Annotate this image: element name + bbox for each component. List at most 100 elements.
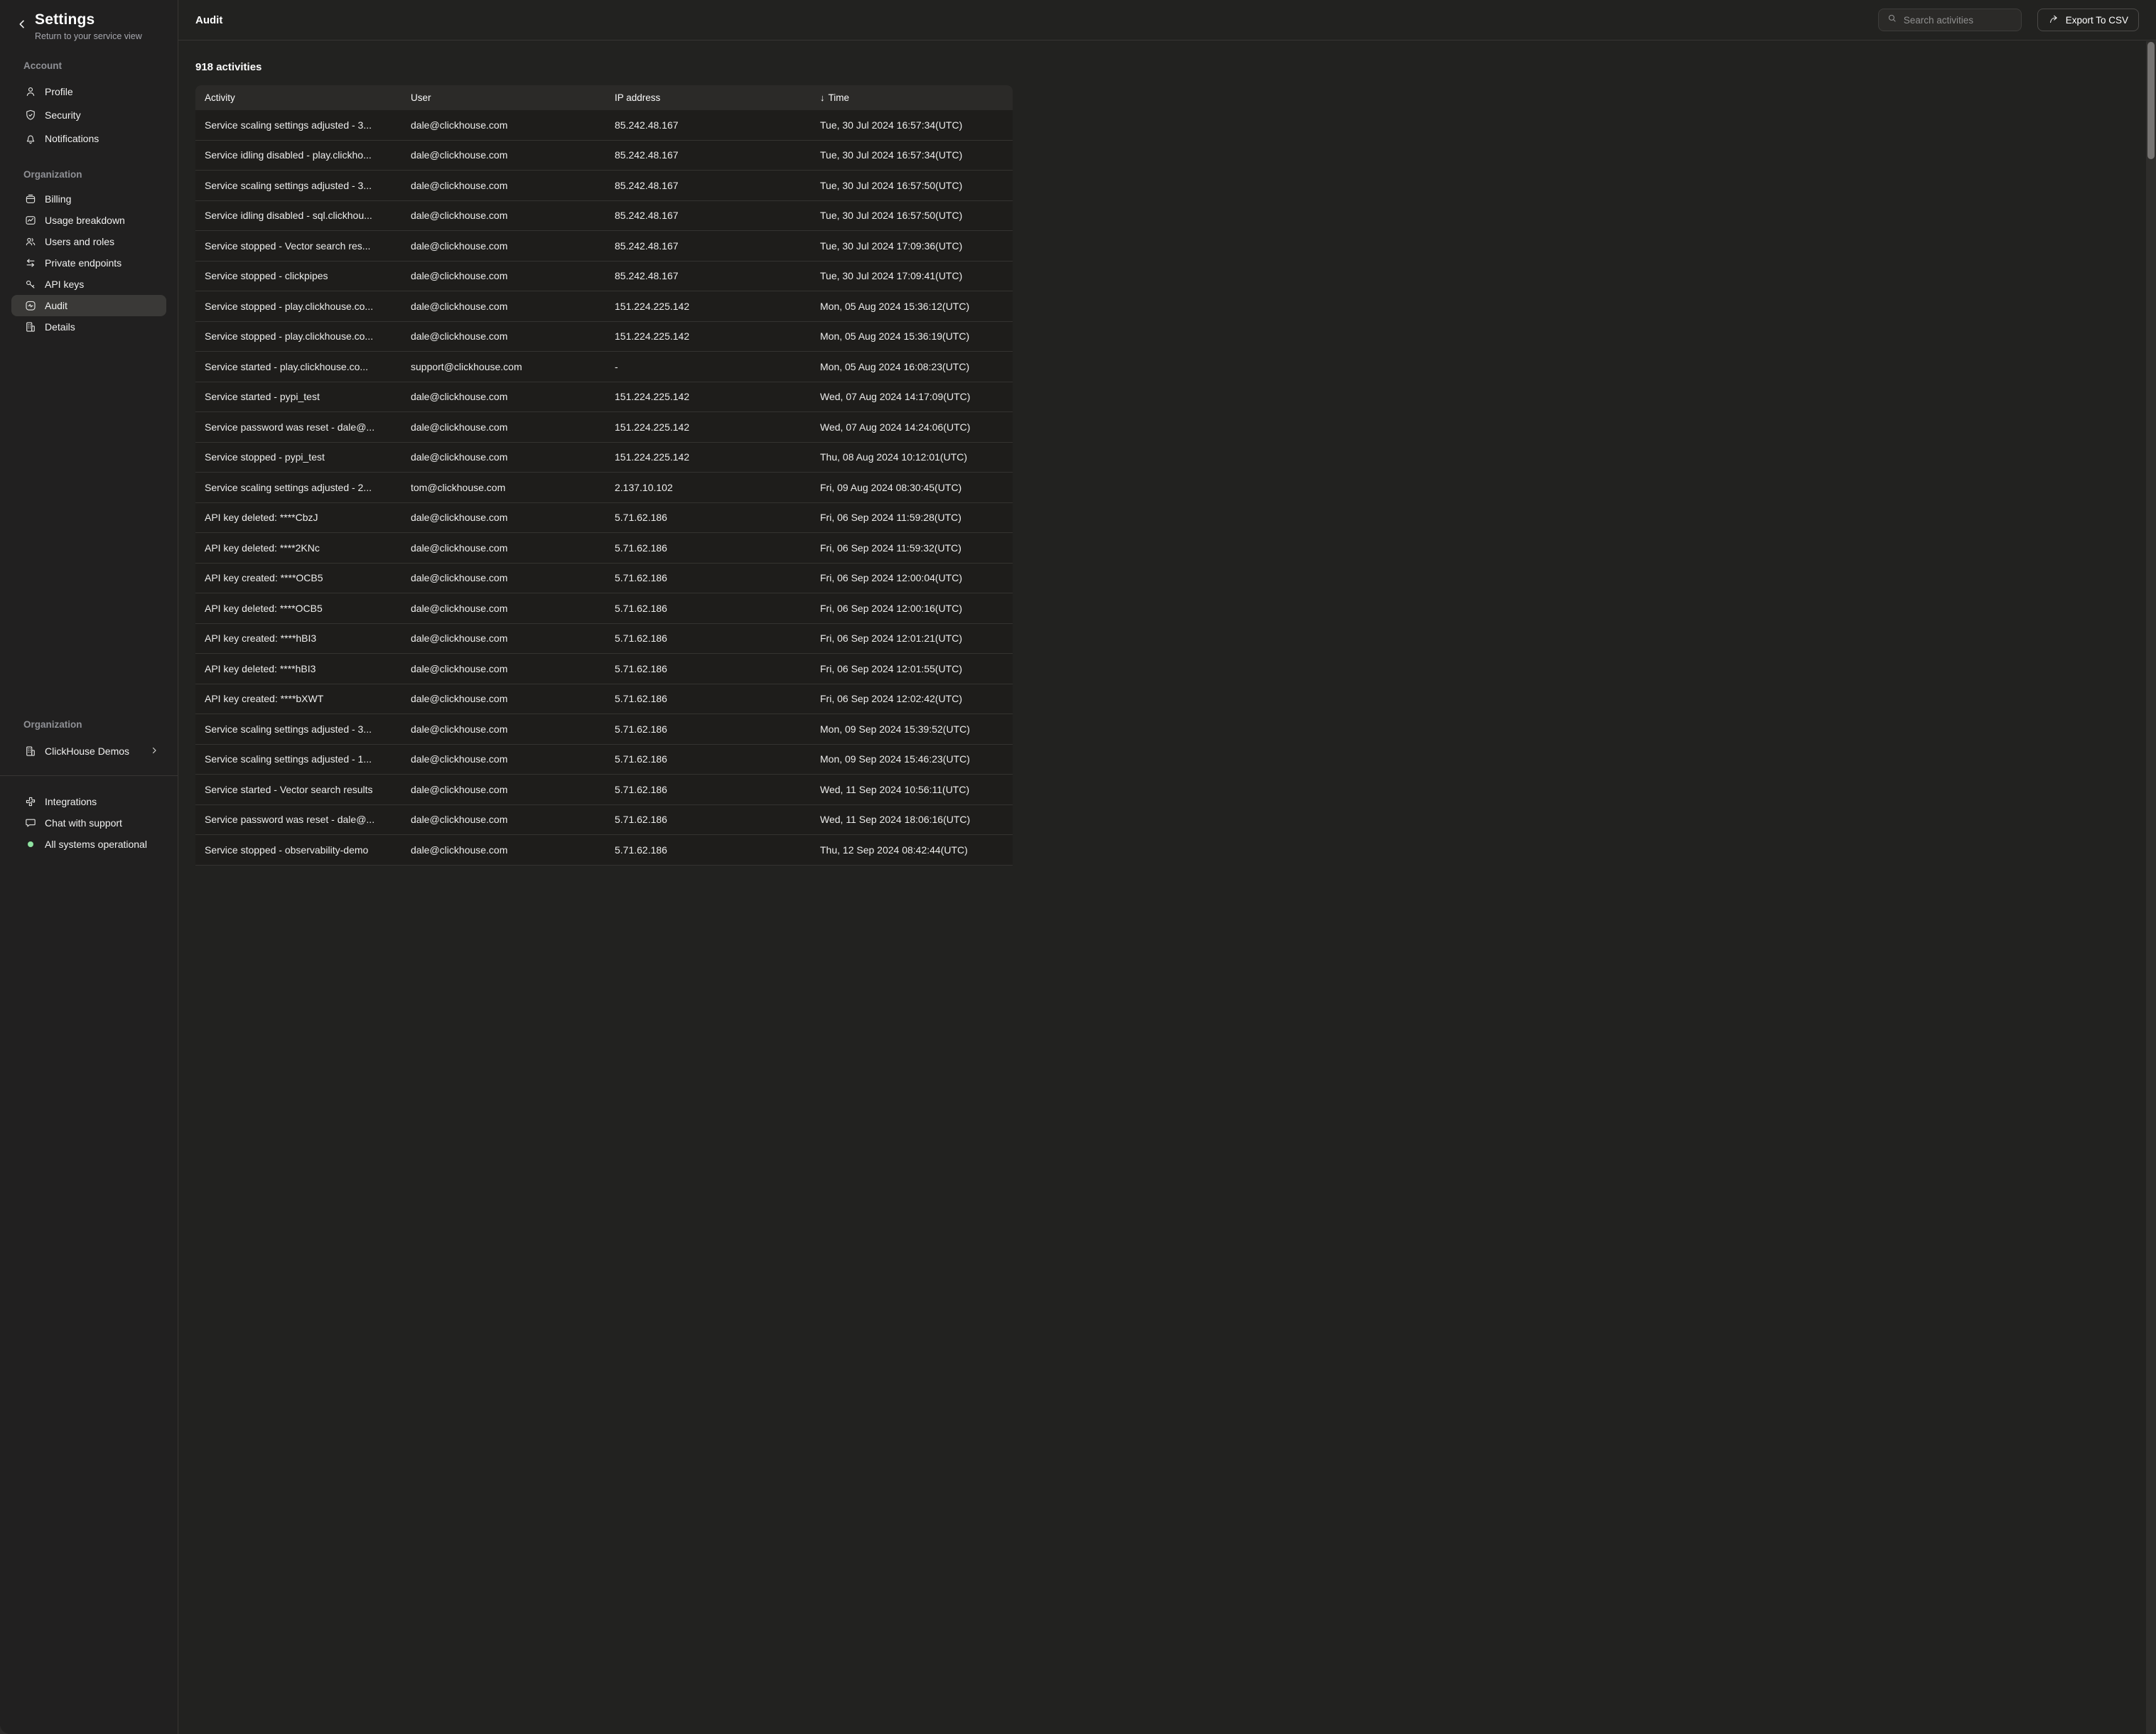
sidebar-item-api-keys[interactable]: API keys	[11, 274, 166, 295]
sidebar-item-integrations[interactable]: Integrations	[11, 791, 166, 812]
scrollbar-track[interactable]	[2146, 41, 2156, 1734]
user-cell: dale@clickhouse.com	[401, 723, 605, 735]
time-cell: Fri, 06 Sep 2024 12:01:55(UTC)	[811, 663, 1013, 674]
table-row[interactable]: API key deleted: ****hBI3 dale@clickhous…	[195, 654, 1013, 684]
sidebar-item-billing[interactable]: Billing	[11, 188, 166, 210]
table-row[interactable]: Service stopped - play.clickhouse.co... …	[195, 291, 1013, 322]
organization-nav: Billing Usage breakdown Users and roles …	[0, 188, 178, 338]
time-cell: Thu, 08 Aug 2024 10:12:01(UTC)	[811, 451, 1013, 463]
activity-cell: Service idling disabled - sql.clickhou..…	[195, 210, 401, 221]
sidebar-item-usage-breakdown[interactable]: Usage breakdown	[11, 210, 166, 231]
billing-card-icon	[24, 193, 37, 205]
table-row[interactable]: API key deleted: ****2KNc dale@clickhous…	[195, 533, 1013, 564]
user-cell: dale@clickhouse.com	[401, 149, 605, 161]
system-status-item[interactable]: All systems operational	[11, 834, 166, 855]
table-row[interactable]: Service stopped - play.clickhouse.co... …	[195, 322, 1013, 352]
activity-cell: Service stopped - Vector search res...	[195, 240, 401, 252]
table-row[interactable]: API key created: ****hBI3 dale@clickhous…	[195, 624, 1013, 655]
search-input[interactable]	[1904, 15, 2013, 26]
time-cell: Wed, 11 Sep 2024 10:56:11(UTC)	[811, 784, 1013, 795]
time-cell: Fri, 06 Sep 2024 11:59:28(UTC)	[811, 512, 1013, 523]
time-cell: Mon, 09 Sep 2024 15:39:52(UTC)	[811, 723, 1013, 735]
user-cell: dale@clickhouse.com	[401, 240, 605, 252]
back-button[interactable]	[16, 18, 28, 31]
time-cell: Tue, 30 Jul 2024 16:57:50(UTC)	[811, 210, 1013, 221]
table-row[interactable]: Service scaling settings adjusted - 1...…	[195, 745, 1013, 775]
user-cell: dale@clickhouse.com	[401, 753, 605, 765]
sidebar-item-notifications[interactable]: Notifications	[11, 126, 166, 150]
column-header-user[interactable]: User	[401, 92, 605, 103]
user-cell: dale@clickhouse.com	[401, 542, 605, 554]
table-row[interactable]: Service password was reset - dale@... da…	[195, 805, 1013, 836]
sidebar-item-security[interactable]: Security	[11, 103, 166, 126]
activity-cell: API key deleted: ****hBI3	[195, 663, 401, 674]
user-cell: dale@clickhouse.com	[401, 814, 605, 825]
time-cell: Tue, 30 Jul 2024 17:09:36(UTC)	[811, 240, 1013, 252]
key-icon	[24, 278, 37, 291]
sidebar-item-audit[interactable]: Audit	[11, 295, 166, 316]
bell-icon	[24, 132, 37, 145]
user-cell: dale@clickhouse.com	[401, 451, 605, 463]
sidebar-item-private-endpoints[interactable]: Private endpoints	[11, 252, 166, 274]
activity-cell: API key created: ****hBI3	[195, 632, 401, 644]
sidebar-item-chat-with-support[interactable]: Chat with support	[11, 812, 166, 834]
app-window: Settings Return to your service view Acc…	[0, 0, 2156, 1734]
time-cell: Mon, 05 Aug 2024 15:36:12(UTC)	[811, 301, 1013, 312]
activity-cell: Service scaling settings adjusted - 3...	[195, 180, 401, 191]
sidebar-bottom: Organization ClickHouse Demos Integratio…	[0, 719, 178, 855]
ip-address-cell: 5.71.62.186	[605, 693, 811, 704]
table-row[interactable]: API key created: ****bXWT dale@clickhous…	[195, 684, 1013, 715]
users-icon	[24, 235, 37, 248]
export-arrow-icon	[2048, 14, 2059, 27]
time-cell: Fri, 06 Sep 2024 12:01:21(UTC)	[811, 632, 1013, 644]
usage-chart-icon	[24, 214, 37, 227]
export-to-csv-button[interactable]: Export To CSV	[2037, 9, 2139, 31]
building-icon	[24, 745, 37, 758]
time-cell: Mon, 09 Sep 2024 15:46:23(UTC)	[811, 753, 1013, 765]
user-cell: dale@clickhouse.com	[401, 330, 605, 342]
table-row[interactable]: Service stopped - Vector search res... d…	[195, 231, 1013, 262]
sidebar-item-users-and-roles[interactable]: Users and roles	[11, 231, 166, 252]
sidebar-item-label: Audit	[45, 300, 68, 311]
table-row[interactable]: Service stopped - pypi_test dale@clickho…	[195, 443, 1013, 473]
table-row[interactable]: Service scaling settings adjusted - 3...…	[195, 171, 1013, 201]
activity-cell: Service password was reset - dale@...	[195, 814, 401, 825]
activity-cell: API key deleted: ****2KNc	[195, 542, 401, 554]
table-row[interactable]: API key deleted: ****OCB5 dale@clickhous…	[195, 593, 1013, 624]
column-header-time[interactable]: ↓ Time	[811, 92, 1013, 103]
status-dot	[28, 841, 33, 847]
account-nav: Profile Security Notifications	[0, 80, 178, 150]
user-cell: dale@clickhouse.com	[401, 512, 605, 523]
table-row[interactable]: Service scaling settings adjusted - 3...…	[195, 714, 1013, 745]
status-label: All systems operational	[45, 839, 147, 850]
time-cell: Wed, 07 Aug 2024 14:17:09(UTC)	[811, 391, 1013, 402]
table-row[interactable]: API key created: ****OCB5 dale@clickhous…	[195, 564, 1013, 594]
table-row[interactable]: Service stopped - observability-demo dal…	[195, 835, 1013, 866]
activity-cell: Service stopped - pypi_test	[195, 451, 401, 463]
table-row[interactable]: Service started - Vector search results …	[195, 775, 1013, 805]
ip-address-cell: 5.71.62.186	[605, 784, 811, 795]
table-row[interactable]: Service started - pypi_test dale@clickho…	[195, 382, 1013, 413]
user-cell: support@clickhouse.com	[401, 361, 605, 372]
sort-descending-icon: ↓	[820, 92, 825, 103]
sidebar-item-details[interactable]: Details	[11, 316, 166, 338]
table-row[interactable]: Service stopped - clickpipes dale@clickh…	[195, 262, 1013, 292]
column-header-ip-address[interactable]: IP address	[605, 92, 811, 103]
user-cell: dale@clickhouse.com	[401, 784, 605, 795]
table-row[interactable]: Service scaling settings adjusted - 3...…	[195, 110, 1013, 141]
table-row[interactable]: Service scaling settings adjusted - 2...…	[195, 473, 1013, 503]
table-row[interactable]: Service idling disabled - sql.clickhou..…	[195, 201, 1013, 232]
sidebar-header: Settings Return to your service view	[0, 0, 178, 41]
status-dot-icon	[24, 838, 37, 851]
scrollbar-thumb[interactable]	[2147, 42, 2155, 159]
table-row[interactable]: Service password was reset - dale@... da…	[195, 412, 1013, 443]
column-header-activity[interactable]: Activity	[195, 92, 401, 103]
org-switcher-clickhouse-demos[interactable]: ClickHouse Demos	[11, 741, 166, 762]
ip-address-cell: 5.71.62.186	[605, 844, 811, 856]
activity-cell: Service started - Vector search results	[195, 784, 401, 795]
table-row[interactable]: Service idling disabled - play.clickho..…	[195, 141, 1013, 171]
table-row[interactable]: API key deleted: ****CbzJ dale@clickhous…	[195, 503, 1013, 534]
page-title: Audit	[195, 14, 222, 26]
table-row[interactable]: Service started - play.clickhouse.co... …	[195, 352, 1013, 382]
sidebar-item-profile[interactable]: Profile	[11, 80, 166, 103]
